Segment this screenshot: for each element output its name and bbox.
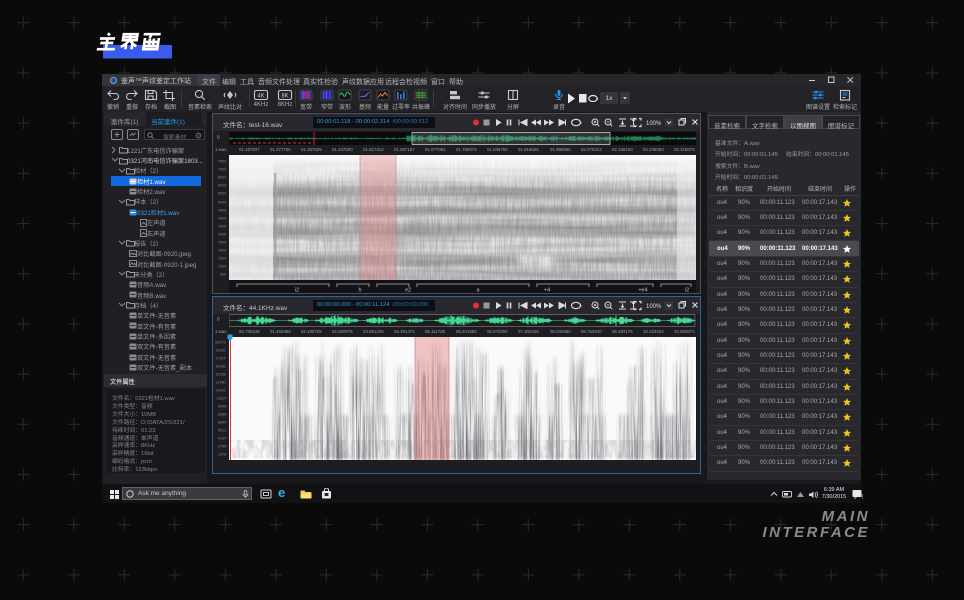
- svg-text:100%: 100%: [646, 304, 662, 310]
- svg-text:5: 5: [862, 494, 864, 499]
- svg-text:100%: 100%: [646, 121, 662, 127]
- svg-text:a: a: [476, 288, 480, 294]
- svg-text:4K: 4K: [257, 94, 264, 100]
- svg-text:8K: 8K: [281, 94, 288, 100]
- svg-text:i2: i2: [685, 288, 689, 294]
- svg-text:+4: +4: [544, 288, 550, 294]
- svg-text:e2: e2: [405, 288, 411, 294]
- svg-text:i2: i2: [295, 288, 299, 294]
- svg-text:h: h: [358, 288, 361, 294]
- svg-text:+e4: +e4: [638, 288, 647, 294]
